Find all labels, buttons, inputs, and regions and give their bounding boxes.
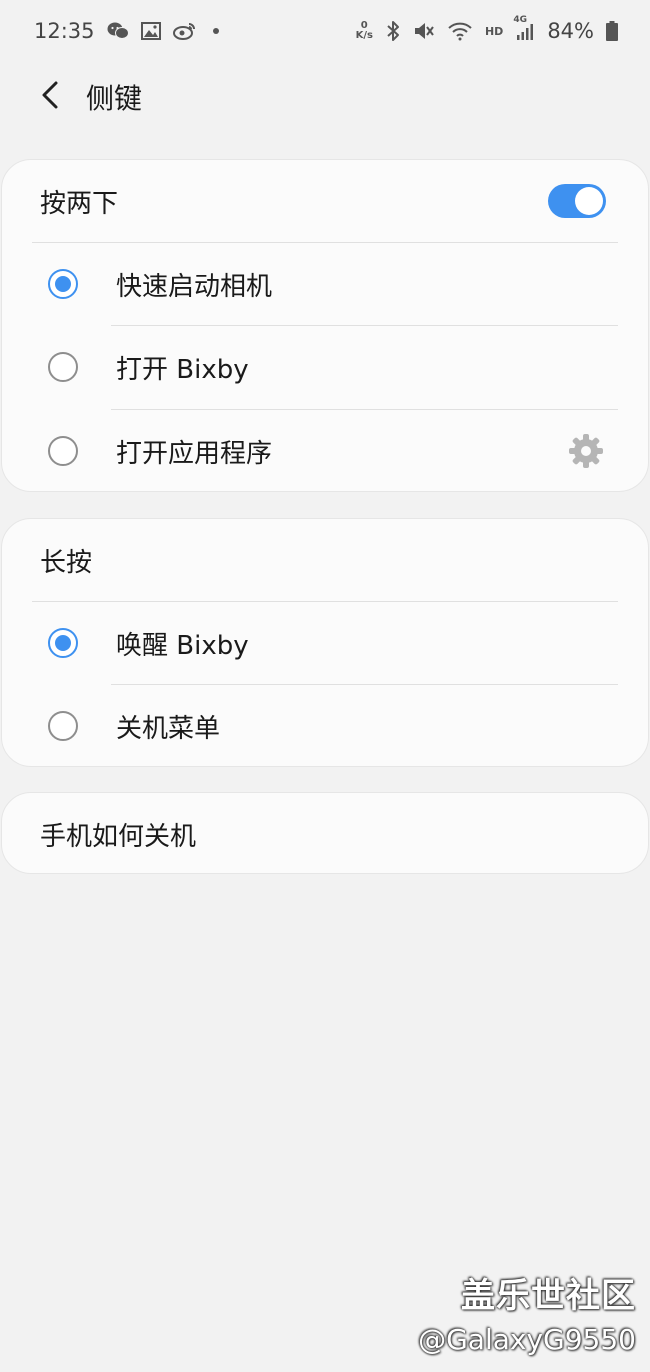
back-button[interactable] xyxy=(26,72,76,122)
radio-open-bixby[interactable] xyxy=(48,352,78,382)
double-press-header-row[interactable]: 按两下 xyxy=(2,160,648,242)
status-time: 12:35 xyxy=(34,19,95,43)
power-off-help-label: 手机如何关机 xyxy=(40,821,197,852)
bluetooth-icon xyxy=(385,20,401,42)
long-press-header-row: 长按 xyxy=(2,519,648,601)
power-off-help-row[interactable]: 手机如何关机 xyxy=(2,793,648,875)
page-title: 侧键 xyxy=(86,82,143,115)
status-left: 12:35 xyxy=(34,19,223,43)
weibo-icon xyxy=(172,21,197,41)
radio-wake-bixby[interactable] xyxy=(48,628,78,658)
long-press-header: 长按 xyxy=(40,547,93,578)
signal-icon: 4G xyxy=(513,15,535,41)
watermark-handle: @GalaxyG9550 xyxy=(418,1323,636,1356)
double-press-header: 按两下 xyxy=(40,188,119,219)
option-open-app[interactable]: 打开应用程序 xyxy=(2,410,648,492)
double-press-card: 按两下 快速启动相机 打开 Bixby 打开应用程序 xyxy=(1,159,649,492)
battery-percent: 84% xyxy=(547,19,594,43)
option-label: 打开 Bixby xyxy=(116,354,249,385)
option-quick-camera[interactable]: 快速启动相机 xyxy=(2,243,648,325)
battery-icon xyxy=(606,21,618,41)
watermark: 盖乐世社区 @GalaxyG9550 xyxy=(418,1268,636,1356)
double-press-toggle[interactable] xyxy=(548,184,606,218)
dot-icon xyxy=(209,24,223,38)
hd-label: HD xyxy=(484,24,504,38)
chevron-left-icon xyxy=(40,79,62,115)
wechat-icon xyxy=(107,21,129,41)
status-bar: 12:35 0 K/s HD 4G 84% xyxy=(0,0,650,62)
radio-open-app[interactable] xyxy=(48,436,78,466)
option-label: 唤醒 Bixby xyxy=(116,630,249,661)
mute-icon xyxy=(413,20,435,42)
net-speed-unit: K/s xyxy=(355,30,373,41)
power-off-help-card[interactable]: 手机如何关机 xyxy=(1,792,649,874)
toggle-knob xyxy=(575,187,603,215)
option-label: 快速启动相机 xyxy=(116,271,273,302)
option-label: 打开应用程序 xyxy=(116,438,273,469)
network-label: 4G xyxy=(513,15,527,25)
option-power-menu[interactable]: 关机菜单 xyxy=(2,685,648,767)
long-press-card: 长按 唤醒 Bixby 关机菜单 xyxy=(1,518,649,767)
option-label: 关机菜单 xyxy=(116,713,221,744)
option-wake-bixby[interactable]: 唤醒 Bixby xyxy=(2,602,648,684)
option-open-bixby[interactable]: 打开 Bixby xyxy=(2,326,648,408)
app-bar: 侧键 xyxy=(0,62,650,132)
status-right: 0 K/s HD 4G 84% xyxy=(356,15,618,43)
radio-quick-camera[interactable] xyxy=(48,269,78,299)
watermark-title: 盖乐世社区 xyxy=(461,1276,636,1316)
wifi-icon xyxy=(447,21,473,41)
gear-icon[interactable] xyxy=(568,433,604,469)
net-speed: 0 K/s xyxy=(356,21,373,41)
radio-power-menu[interactable] xyxy=(48,711,78,741)
gallery-icon xyxy=(140,22,161,40)
